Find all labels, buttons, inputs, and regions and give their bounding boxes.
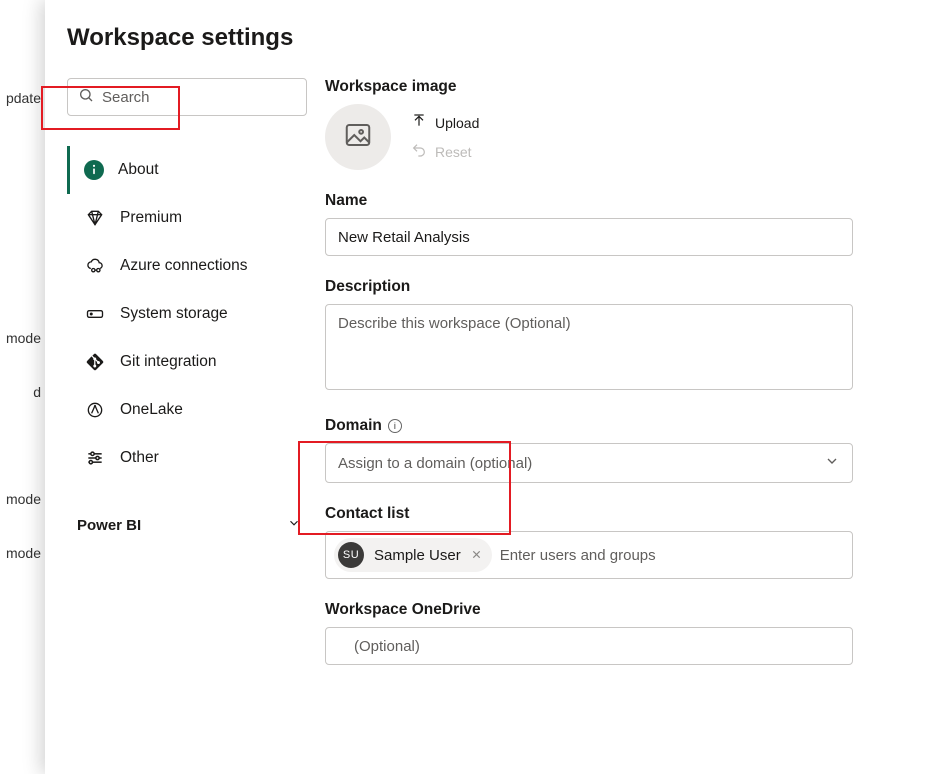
chevron-down-icon <box>824 453 840 473</box>
contact-list-text-input[interactable] <box>500 547 844 564</box>
nav-about[interactable]: About <box>67 146 307 194</box>
sliders-icon <box>84 447 106 469</box>
nav-system-storage[interactable]: System storage <box>67 290 307 338</box>
domain-label: Domain i <box>325 417 928 435</box>
page-title: Workspace settings <box>67 24 928 52</box>
info-icon[interactable]: i <box>388 419 402 433</box>
contact-list-field: Contact list SU Sample User <box>325 505 928 579</box>
reset-button: Reset <box>411 142 479 161</box>
settings-main: Workspace image Upload <box>307 78 928 687</box>
onelake-icon <box>84 399 106 421</box>
avatar: SU <box>338 542 364 568</box>
workspace-image-field: Workspace image Upload <box>325 78 928 170</box>
search-icon <box>78 87 94 108</box>
image-icon <box>343 120 373 155</box>
git-icon <box>84 351 106 373</box>
onedrive-label: Workspace OneDrive <box>325 601 928 619</box>
description-input[interactable] <box>325 304 853 390</box>
search-input-wrapper[interactable] <box>67 78 307 116</box>
storage-icon <box>84 303 106 325</box>
nav-git-integration[interactable]: Git integration <box>67 338 307 386</box>
domain-field: Domain i Assign to a domain (optional) <box>325 417 928 483</box>
nav-azure-connections[interactable]: Azure connections <box>67 242 307 290</box>
settings-sidebar: About Premium Azure connections System s… <box>67 78 307 687</box>
upload-icon <box>411 113 427 132</box>
workspace-image-label: Workspace image <box>325 78 928 96</box>
nav-label: Git integration <box>120 353 217 371</box>
diamond-icon <box>84 207 106 229</box>
name-label: Name <box>325 192 928 210</box>
search-input[interactable] <box>102 89 301 106</box>
section-power-bi[interactable]: Power BI <box>67 506 307 544</box>
settings-panel: Workspace settings About Premium <box>45 0 950 774</box>
undo-icon <box>411 142 427 161</box>
upload-button[interactable]: Upload <box>411 113 479 132</box>
description-label: Description <box>325 278 928 296</box>
nav-onelake[interactable]: OneLake <box>67 386 307 434</box>
nav-label: System storage <box>120 305 228 323</box>
domain-select[interactable]: Assign to a domain (optional) <box>325 443 853 483</box>
onedrive-input[interactable]: (Optional) <box>325 627 853 665</box>
nav-label: Azure connections <box>120 257 248 275</box>
nav-label: About <box>118 161 159 179</box>
background-left-column: pdate mode d mode mode <box>0 0 45 774</box>
section-label: Power BI <box>77 517 141 534</box>
description-field: Description <box>325 278 928 395</box>
info-icon <box>84 160 104 180</box>
contact-list-label: Contact list <box>325 505 928 523</box>
chevron-down-icon <box>287 516 301 534</box>
nav-label: Other <box>120 449 159 467</box>
onedrive-field: Workspace OneDrive (Optional) <box>325 601 928 665</box>
cloud-link-icon <box>84 255 106 277</box>
nav-label: OneLake <box>120 401 183 419</box>
contact-chip-name: Sample User <box>374 547 461 564</box>
contact-chip[interactable]: SU Sample User <box>334 538 492 572</box>
nav-premium[interactable]: Premium <box>67 194 307 242</box>
name-field: Name <box>325 192 928 256</box>
nav-label: Premium <box>120 209 182 227</box>
nav-other[interactable]: Other <box>67 434 307 482</box>
remove-chip-button[interactable] <box>471 547 482 564</box>
workspace-image-placeholder[interactable] <box>325 104 391 170</box>
name-input[interactable] <box>325 218 853 256</box>
contact-list-input[interactable]: SU Sample User <box>325 531 853 579</box>
